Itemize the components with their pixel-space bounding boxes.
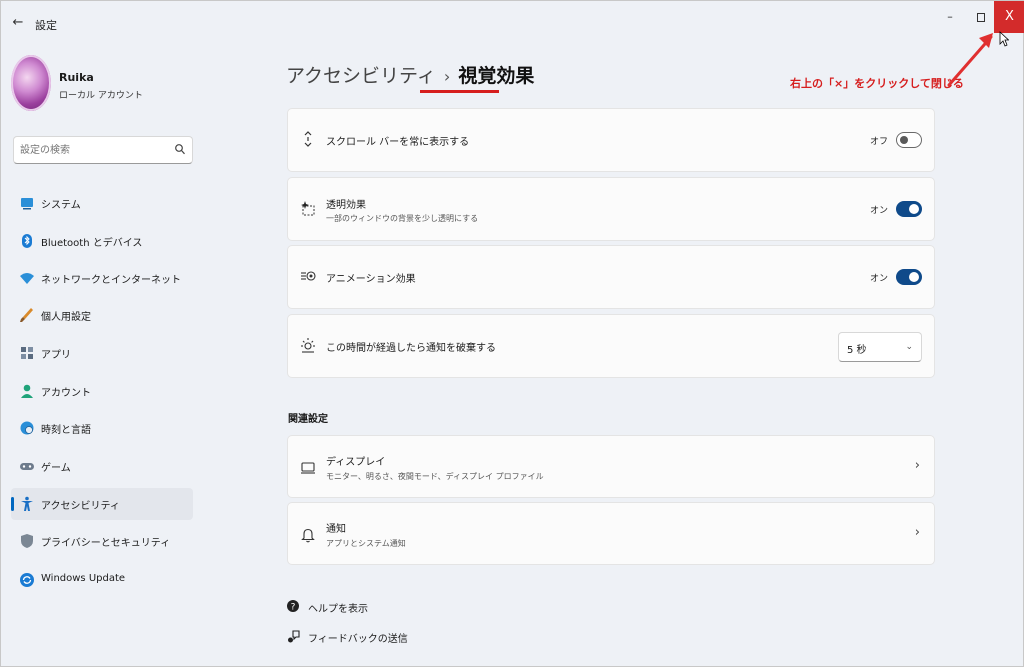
sidebar-item-accounts[interactable]: アカウント (11, 375, 193, 407)
highlight-underline (420, 90, 499, 93)
sidebar-item-label: Bluetooth とデバイス (41, 238, 143, 249)
help-icon: ? (287, 600, 299, 613)
setting-title: 通知 (326, 524, 346, 535)
sidebar-item-label: ゲーム (41, 463, 71, 474)
sidebar-item-privacy-security[interactable]: プライバシーとセキュリティ (11, 525, 193, 557)
setting-description: モニター、明るさ、夜間モード、ディスプレイ プロファイル (326, 472, 544, 481)
monitor-icon (301, 462, 315, 474)
scrollbar-icon (304, 131, 312, 147)
account-type: ローカル アカウント (59, 91, 143, 101)
title-bar: ← 設定 – X (1, 1, 1024, 47)
bluetooth-icon (22, 234, 32, 248)
setting-card-animation[interactable]: アニメーション効果 オン (287, 245, 935, 309)
settings-window: ← 設定 – X Ruika ローカル アカウント システム Bluetooth… (0, 0, 1024, 667)
gamepad-icon (20, 463, 34, 470)
feedback-icon (288, 630, 300, 643)
system-icon (21, 198, 33, 210)
animation-icon (301, 271, 316, 281)
toggle-state-label: オフ (869, 137, 888, 147)
animation-toggle[interactable] (896, 269, 922, 285)
chevron-right-icon: › (914, 525, 920, 540)
setting-card-transparency[interactable]: 透明効果 一部のウィンドウの背景を少し透明にする オン (287, 177, 935, 241)
bell-icon (301, 528, 315, 543)
setting-title: スクロール バーを常に表示する (326, 137, 470, 148)
back-button[interactable]: ← (9, 13, 27, 33)
related-link-notifications[interactable]: 通知 アプリとシステム通知 › (287, 502, 935, 565)
app-title: 設定 (35, 19, 57, 32)
feedback-link-label: フィードバックの送信 (308, 634, 408, 645)
svg-text:?: ? (291, 603, 296, 613)
brightness-icon (301, 338, 315, 353)
sidebar-item-bluetooth[interactable]: Bluetooth とデバイス (11, 225, 193, 257)
help-link-label: ヘルプを表示 (308, 604, 368, 615)
setting-card-notification-timeout[interactable]: この時間が経過したら通知を破棄する 5 秒 ⌄ (287, 314, 935, 378)
update-icon (20, 573, 34, 587)
sidebar-item-system[interactable]: システム (11, 187, 193, 219)
setting-title: ディスプレイ (326, 457, 386, 468)
sidebar-item-label: アカウント (41, 388, 91, 399)
toggle-state-label: オン (869, 274, 888, 284)
setting-description: アプリとシステム通知 (326, 539, 406, 548)
sidebar-item-label: アクセシビリティ (41, 501, 120, 512)
chevron-right-icon: › (914, 458, 920, 473)
setting-description: 一部のウィンドウの背景を少し透明にする (326, 214, 479, 223)
sidebar-item-label: Windows Update (41, 573, 126, 584)
avatar[interactable] (11, 55, 51, 111)
sidebar-item-label: ネットワークとインターネット (41, 275, 181, 286)
sidebar-item-label: 時刻と言語 (41, 425, 91, 436)
globe-clock-icon (20, 421, 34, 435)
accessibility-icon (21, 496, 33, 511)
search-box[interactable] (13, 136, 193, 164)
sidebar-item-label: プライバシーとセキュリティ (41, 538, 171, 549)
annotation-arrow-icon (947, 33, 993, 87)
related-settings-heading: 関連設定 (288, 414, 328, 425)
sidebar-item-gaming[interactable]: ゲーム (11, 450, 193, 482)
search-input[interactable] (20, 141, 170, 159)
sidebar-item-apps[interactable]: アプリ (11, 337, 193, 369)
sidebar-item-network[interactable]: ネットワークとインターネット (11, 262, 193, 294)
sidebar-item-time-language[interactable]: 時刻と言語 (11, 412, 193, 444)
sidebar-item-label: 個人用設定 (41, 312, 91, 323)
profile-name: Ruika (59, 71, 94, 84)
related-link-display[interactable]: ディスプレイ モニター、明るさ、夜間モード、ディスプレイ プロファイル › (287, 435, 935, 498)
sidebar-item-personalization[interactable]: 個人用設定 (11, 299, 193, 331)
dropdown-value: 5 秒 (847, 345, 867, 356)
brush-icon (20, 308, 33, 322)
maximize-icon (977, 12, 985, 22)
shield-icon (21, 534, 33, 548)
transparency-icon (301, 201, 315, 216)
sidebar-item-accessibility[interactable]: アクセシビリティ (11, 488, 193, 520)
network-icon (20, 273, 34, 284)
sidebar-item-label: アプリ (41, 350, 71, 361)
account-icon (21, 384, 33, 398)
breadcrumb-parent[interactable]: アクセシビリティ (286, 65, 436, 87)
scrollbars-toggle[interactable] (896, 132, 922, 148)
sidebar-item-windows-update[interactable]: Windows Update (11, 564, 193, 596)
search-icon[interactable] (174, 143, 186, 157)
breadcrumb-separator: › (443, 67, 451, 86)
sidebar-item-label: システム (41, 200, 81, 211)
notification-timeout-dropdown[interactable]: 5 秒 ⌄ (838, 332, 922, 362)
setting-title: この時間が経過したら通知を破棄する (326, 343, 496, 354)
setting-title: 透明効果 (326, 200, 366, 211)
breadcrumb: アクセシビリティ › 視覚効果 (286, 61, 534, 91)
setting-title: アニメーション効果 (326, 274, 416, 285)
annotation-text: 右上の「×」をクリックして閉じる (790, 77, 964, 90)
page-title: 視覚効果 (458, 65, 535, 87)
apps-icon (21, 347, 33, 359)
transparency-toggle[interactable] (896, 201, 922, 217)
setting-card-scrollbars[interactable]: スクロール バーを常に表示する オフ (287, 108, 935, 172)
selected-indicator (11, 497, 14, 511)
toggle-state-label: オン (869, 206, 888, 216)
chevron-down-icon: ⌄ (905, 342, 913, 352)
